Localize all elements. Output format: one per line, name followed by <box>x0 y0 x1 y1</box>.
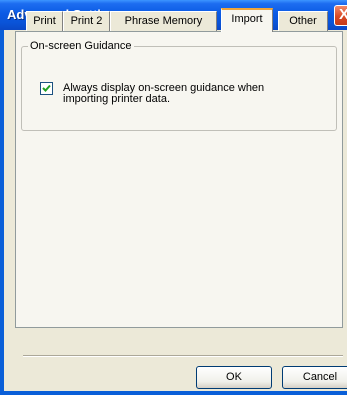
advanced-settings-window: Advanced Settings X Print Print 2 Phrase… <box>0 0 347 395</box>
tab-print-2-label: Print 2 <box>70 15 103 27</box>
ok-button-label: OK <box>226 371 242 383</box>
button-divider <box>23 355 343 357</box>
cancel-button-label: Cancel <box>302 371 338 383</box>
close-icon: X <box>339 6 347 23</box>
tab-print-2[interactable]: Print 2 <box>63 11 110 31</box>
tab-import-label: Import <box>231 13 263 25</box>
tab-print-label: Print <box>33 15 56 27</box>
checkmark-icon <box>42 84 51 92</box>
tab-phrase-memory-label: Phrase Memory <box>124 15 203 27</box>
close-button[interactable]: X <box>334 5 347 26</box>
ok-button[interactable]: OK <box>196 366 272 389</box>
group-label: On-screen Guidance <box>28 40 134 52</box>
tab-phrase-memory[interactable]: Phrase Memory <box>110 11 217 31</box>
tab-other[interactable]: Other <box>278 11 328 31</box>
cancel-button[interactable]: Cancel <box>282 366 347 389</box>
tab-import[interactable]: Import <box>221 8 273 32</box>
guidance-checkbox[interactable] <box>40 82 53 95</box>
tab-other-label: Other <box>289 15 317 27</box>
guidance-checkbox-label[interactable]: Always display on-screen guidance when i… <box>63 83 303 105</box>
tab-print[interactable]: Print <box>26 11 63 31</box>
